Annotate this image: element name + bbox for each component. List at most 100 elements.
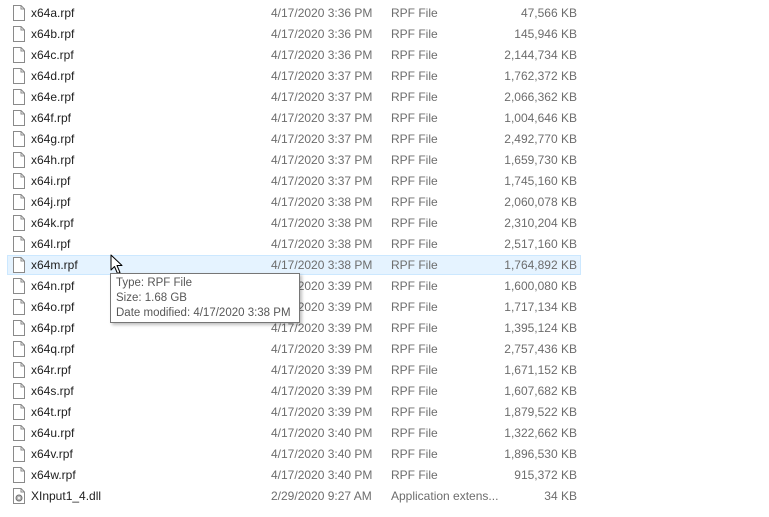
file-row[interactable]: x64i.rpf 4/17/2020 3:37 PM RPF File 1,745,1… bbox=[0, 171, 769, 192]
file-name: x64c.rpf bbox=[31, 48, 74, 62]
file-date-modified: 4/17/2020 3:38 PM bbox=[271, 237, 373, 251]
file-size: 1,764,892 KB bbox=[504, 258, 577, 272]
file-name: x64f.rpf bbox=[31, 111, 72, 125]
file-type: RPF File bbox=[391, 363, 438, 377]
file-size: 1,395,124 KB bbox=[504, 321, 577, 335]
file-date-modified: 4/17/2020 3:36 PM bbox=[271, 48, 373, 62]
file-date-modified: 4/17/2020 3:37 PM bbox=[271, 174, 373, 188]
file-icon bbox=[13, 152, 25, 168]
file-size: 1,322,662 KB bbox=[504, 426, 577, 440]
file-name: x64k.rpf bbox=[31, 216, 74, 230]
file-size: 2,310,204 KB bbox=[504, 216, 577, 230]
file-row[interactable]: x64t.rpf 4/17/2020 3:39 PM RPF File 1,879,5… bbox=[0, 402, 769, 423]
file-icon bbox=[13, 404, 25, 420]
file-row[interactable]: x64g.rpf 4/17/2020 3:37 PM RPF File 2,492,7… bbox=[0, 129, 769, 150]
file-name: x64q.rpf bbox=[31, 342, 75, 356]
file-icon bbox=[13, 383, 25, 399]
file-icon bbox=[13, 257, 25, 273]
file-row[interactable]: x64d.rpf 4/17/2020 3:37 PM RPF File 1,762,3… bbox=[0, 66, 769, 87]
file-row[interactable]: x64h.rpf 4/17/2020 3:37 PM RPF File 1,659,7… bbox=[0, 150, 769, 171]
file-size: 915,372 KB bbox=[514, 468, 577, 482]
file-name: x64m.rpf bbox=[31, 258, 78, 272]
file-row[interactable]: x64v.rpf 4/17/2020 3:40 PM RPF File 1,896,5… bbox=[0, 444, 769, 465]
file-row[interactable]: x64u.rpf 4/17/2020 3:40 PM RPF File 1,322,6… bbox=[0, 423, 769, 444]
file-type: RPF File bbox=[391, 342, 438, 356]
file-type: RPF File bbox=[391, 321, 438, 335]
file-icon bbox=[13, 131, 25, 147]
file-icon bbox=[13, 47, 25, 63]
file-size: 2,492,770 KB bbox=[504, 132, 577, 146]
file-size: 145,946 KB bbox=[514, 27, 577, 41]
file-date-modified: 4/17/2020 3:37 PM bbox=[271, 69, 373, 83]
file-row[interactable]: x64q.rpf 4/17/2020 3:39 PM RPF File 2,757,4… bbox=[0, 339, 769, 360]
file-size: 47,566 KB bbox=[520, 6, 577, 20]
file-type: RPF File bbox=[391, 48, 438, 62]
file-date-modified: 4/17/2020 3:37 PM bbox=[271, 132, 373, 146]
file-name: x64p.rpf bbox=[31, 321, 75, 335]
tooltip-size: Size: 1.68 GB bbox=[116, 292, 187, 304]
file-size: 1,607,682 KB bbox=[504, 384, 577, 398]
file-name: x64j.rpf bbox=[31, 195, 71, 209]
file-type: RPF File bbox=[391, 111, 438, 125]
file-row[interactable]: x64j.rpf 4/17/2020 3:38 PM RPF File 2,060,0… bbox=[0, 192, 769, 213]
file-date-modified: 4/17/2020 3:37 PM bbox=[271, 111, 373, 125]
file-name: x64d.rpf bbox=[31, 69, 75, 83]
file-row[interactable]: XInput1_4.dll 2/29/2020 9:27 AM Applicatio… bbox=[0, 486, 769, 507]
file-row[interactable]: x64e.rpf 4/17/2020 3:37 PM RPF File 2,066,3… bbox=[0, 87, 769, 108]
file-type: RPF File bbox=[391, 237, 438, 251]
file-row[interactable]: x64l.rpf 4/17/2020 3:38 PM RPF File 2,517,1… bbox=[0, 234, 769, 255]
file-icon bbox=[13, 425, 25, 441]
file-row[interactable]: x64c.rpf 4/17/2020 3:36 PM RPF File 2,144,7… bbox=[0, 45, 769, 66]
file-type: RPF File bbox=[391, 6, 438, 20]
file-icon bbox=[13, 299, 25, 315]
file-date-modified: 4/17/2020 3:37 PM bbox=[271, 153, 373, 167]
file-icon bbox=[13, 173, 25, 189]
file-icon bbox=[13, 362, 25, 378]
file-type: RPF File bbox=[391, 300, 438, 314]
file-name: x64v.rpf bbox=[31, 447, 73, 461]
file-icon bbox=[13, 341, 25, 357]
file-name: x64w.rpf bbox=[31, 468, 76, 482]
file-icon bbox=[13, 68, 25, 84]
file-name: x64o.rpf bbox=[31, 300, 75, 314]
file-name: XInput1_4.dll bbox=[31, 489, 102, 503]
tooltip-date: Date modified: 4/17/2020 3:38 PM bbox=[116, 307, 291, 319]
file-icon bbox=[13, 26, 25, 42]
file-type: RPF File bbox=[391, 90, 438, 104]
file-size: 1,762,372 KB bbox=[504, 69, 577, 83]
file-row[interactable]: x64b.rpf 4/17/2020 3:36 PM RPF File 145,946… bbox=[0, 24, 769, 45]
file-type: Application extens... bbox=[391, 489, 499, 503]
file-type: RPF File bbox=[391, 27, 438, 41]
file-row[interactable]: x64f.rpf 4/17/2020 3:37 PM RPF File 1,004,6… bbox=[0, 108, 769, 129]
file-size: 2,066,362 KB bbox=[504, 90, 577, 104]
file-date-modified: 4/17/2020 3:36 PM bbox=[271, 27, 373, 41]
file-icon bbox=[13, 5, 25, 21]
file-size: 1,896,530 KB bbox=[504, 447, 577, 461]
file-name: x64e.rpf bbox=[31, 90, 75, 104]
file-date-modified: 4/17/2020 3:38 PM bbox=[271, 216, 373, 230]
file-name: x64b.rpf bbox=[31, 27, 75, 41]
file-type: RPF File bbox=[391, 69, 438, 83]
file-name: x64n.rpf bbox=[31, 279, 75, 293]
file-size: 1,004,646 KB bbox=[504, 111, 577, 125]
file-icon bbox=[13, 215, 25, 231]
file-row[interactable]: x64r.rpf 4/17/2020 3:39 PM RPF File 1,671,1… bbox=[0, 360, 769, 381]
file-type: RPF File bbox=[391, 384, 438, 398]
file-row[interactable]: x64k.rpf 4/17/2020 3:38 PM RPF File 2,310,2… bbox=[0, 213, 769, 234]
file-icon bbox=[13, 194, 25, 210]
file-type: RPF File bbox=[391, 153, 438, 167]
file-icon bbox=[13, 89, 25, 105]
file-info-tooltip: Type: RPF File Size: 1.68 GB Date modifi… bbox=[110, 273, 300, 323]
file-type: RPF File bbox=[391, 405, 438, 419]
file-name: x64h.rpf bbox=[31, 153, 75, 167]
file-type: RPF File bbox=[391, 216, 438, 230]
file-size: 1,745,160 KB bbox=[504, 174, 577, 188]
mouse-cursor-icon bbox=[110, 254, 123, 274]
file-name: x64i.rpf bbox=[31, 174, 71, 188]
file-type: RPF File bbox=[391, 258, 438, 272]
file-row[interactable]: x64s.rpf 4/17/2020 3:39 PM RPF File 1,607,6… bbox=[0, 381, 769, 402]
file-date-modified: 4/17/2020 3:36 PM bbox=[271, 6, 373, 20]
file-row[interactable]: x64w.rpf 4/17/2020 3:40 PM RPF File 915,372… bbox=[0, 465, 769, 486]
file-row[interactable]: x64a.rpf 4/17/2020 3:36 PM RPF File 47,566 … bbox=[0, 3, 769, 24]
file-type: RPF File bbox=[391, 447, 438, 461]
